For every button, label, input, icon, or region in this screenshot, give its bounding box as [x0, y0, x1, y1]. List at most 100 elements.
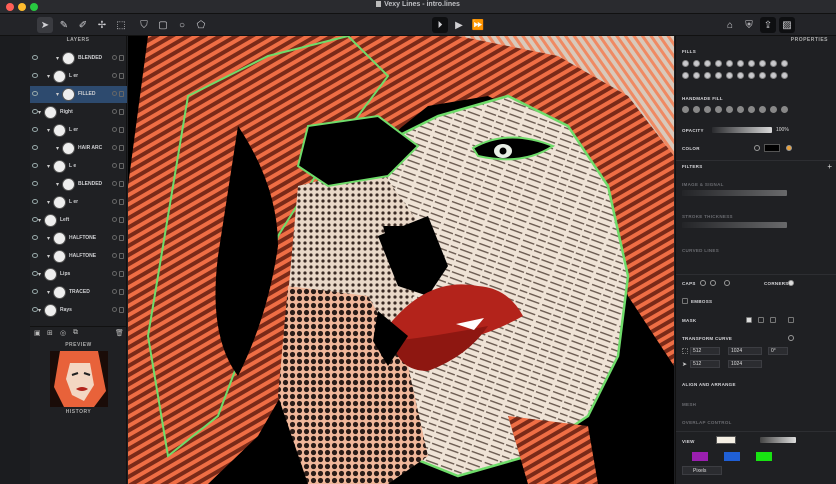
fill-type-icon[interactable] [781, 72, 788, 79]
blend-icon[interactable] [112, 163, 117, 168]
layer-row[interactable]: ▾ BLENDED [30, 50, 127, 67]
expand-chevron-icon[interactable]: ▾ [56, 55, 59, 62]
visibility-eye-icon[interactable] [32, 73, 38, 78]
lock-icon[interactable] [119, 127, 124, 133]
lock-icon[interactable] [119, 109, 124, 115]
add-filter-icon[interactable]: + [827, 162, 832, 171]
fill-type-icon[interactable] [704, 72, 711, 79]
handmade-fill-icon[interactable] [759, 106, 766, 113]
lock-icon[interactable] [119, 163, 124, 169]
visibility-eye-icon[interactable] [32, 199, 38, 204]
lock-icon[interactable] [119, 55, 124, 61]
brush-tool-icon[interactable]: ✐ [75, 17, 91, 33]
y-field[interactable]: 512 [690, 360, 720, 368]
expand-chevron-icon[interactable]: ▾ [56, 181, 59, 188]
visibility-eye-icon[interactable] [32, 55, 38, 60]
expand-chevron-icon[interactable]: ▾ [38, 217, 41, 224]
add-image-layer-icon[interactable]: ▣ [34, 329, 41, 337]
lock-icon[interactable] [119, 73, 124, 79]
blend-icon[interactable] [112, 271, 117, 276]
layer-row[interactable]: ▾ L er [30, 122, 127, 139]
fill-type-icon[interactable] [726, 60, 733, 67]
layer-row[interactable]: ▾ TRACED [30, 284, 127, 301]
handmade-fill-icon[interactable] [704, 106, 711, 113]
blend-icon[interactable] [112, 127, 117, 132]
layer-row[interactable]: ▾ L er [30, 68, 127, 85]
layer-row[interactable]: ▾ HALFTONE [30, 230, 127, 247]
fill-type-icon[interactable] [682, 72, 689, 79]
fill-type-icon[interactable] [759, 60, 766, 67]
handmade-fill-icon[interactable] [737, 106, 744, 113]
layer-row[interactable]: ▾ L er [30, 194, 127, 211]
expand-chevron-icon[interactable]: ▾ [47, 73, 50, 80]
ellipse-tool-icon[interactable]: ○ [174, 17, 190, 33]
x-field[interactable]: 512 [690, 347, 720, 355]
mask-mode-4-icon[interactable] [788, 317, 794, 323]
expand-chevron-icon[interactable]: ▾ [47, 289, 50, 296]
color-well[interactable] [764, 144, 780, 152]
trash-icon[interactable]: 🗑 [115, 329, 124, 337]
fill-type-icon[interactable] [704, 60, 711, 67]
lock-icon[interactable] [119, 145, 124, 151]
blend-icon[interactable] [112, 181, 117, 186]
pen-tool-icon[interactable]: ✎ [56, 17, 72, 33]
visibility-eye-icon[interactable] [32, 181, 38, 186]
fill-type-icon[interactable] [693, 60, 700, 67]
blend-icon[interactable] [112, 289, 117, 294]
handmade-fill-icon[interactable] [781, 106, 788, 113]
blend-icon[interactable] [112, 55, 117, 60]
blend-icon[interactable] [112, 91, 117, 96]
units-select[interactable]: Pixels [682, 466, 722, 475]
expand-chevron-icon[interactable]: ▾ [38, 271, 41, 278]
view-color-chip[interactable] [724, 452, 740, 461]
lock-icon[interactable] [119, 307, 124, 313]
expand-chevron-icon[interactable]: ▾ [47, 253, 50, 260]
angle-field[interactable]: 0° [768, 347, 788, 355]
crop-tool-icon[interactable]: ⬚ [113, 17, 129, 33]
expand-chevron-icon[interactable]: ▾ [56, 145, 59, 152]
blend-icon[interactable] [112, 253, 117, 258]
expand-chevron-icon[interactable]: ▾ [38, 109, 41, 116]
node-tool-icon[interactable]: ✢ [94, 17, 110, 33]
blend-icon[interactable] [112, 109, 117, 114]
visibility-eye-icon[interactable] [32, 163, 38, 168]
fast-forward-icon[interactable]: ⏩ [470, 17, 486, 33]
mask-mode-1-icon[interactable] [746, 317, 752, 323]
polygon-tool-icon[interactable]: ⬠ [193, 17, 209, 33]
fill-type-icon[interactable] [748, 60, 755, 67]
visibility-eye-icon[interactable] [32, 91, 38, 96]
layer-row[interactable]: ▾ FILLED [30, 86, 127, 103]
visibility-eye-icon[interactable] [32, 289, 38, 294]
fill-tool-icon[interactable]: ⛉ [136, 17, 152, 33]
select-tool-icon[interactable]: ➤ [37, 17, 53, 33]
fill-type-icon[interactable] [737, 72, 744, 79]
export-icon[interactable]: ⇪ [760, 17, 776, 33]
lock-icon[interactable] [119, 271, 124, 277]
lock-icon[interactable] [119, 289, 124, 295]
opacity-slider[interactable] [712, 127, 772, 133]
handmade-fill-icon[interactable] [748, 106, 755, 113]
layer-row[interactable]: ▾ Left [30, 212, 127, 229]
fill-type-icon[interactable] [770, 60, 777, 67]
blend-icon[interactable] [112, 235, 117, 240]
handmade-fill-icon[interactable] [682, 106, 689, 113]
fill-type-icon[interactable] [715, 72, 722, 79]
layer-row[interactable]: ▾ BLENDED [30, 176, 127, 193]
layer-row[interactable]: ▾ HALFTONE [30, 248, 127, 265]
blend-icon[interactable] [112, 199, 117, 204]
lock-icon[interactable] [119, 181, 124, 187]
cap-round-icon[interactable] [700, 280, 706, 286]
expand-chevron-icon[interactable]: ▾ [47, 199, 50, 206]
view-brightness-slider[interactable] [760, 437, 796, 443]
visibility-eye-icon[interactable] [32, 127, 38, 132]
layer-row[interactable]: ▾ HAIR ARC [30, 140, 127, 157]
fill-type-icon[interactable] [726, 72, 733, 79]
image-icon[interactable]: ▨ [779, 17, 795, 33]
artwork-canvas[interactable] [128, 36, 674, 484]
fill-type-icon[interactable] [770, 72, 777, 79]
cap-butt-icon[interactable] [710, 280, 716, 286]
visibility-eye-icon[interactable] [32, 235, 38, 240]
fill-type-icon[interactable] [715, 60, 722, 67]
view-color-chip[interactable] [756, 452, 772, 461]
handmade-fill-icon[interactable] [770, 106, 777, 113]
